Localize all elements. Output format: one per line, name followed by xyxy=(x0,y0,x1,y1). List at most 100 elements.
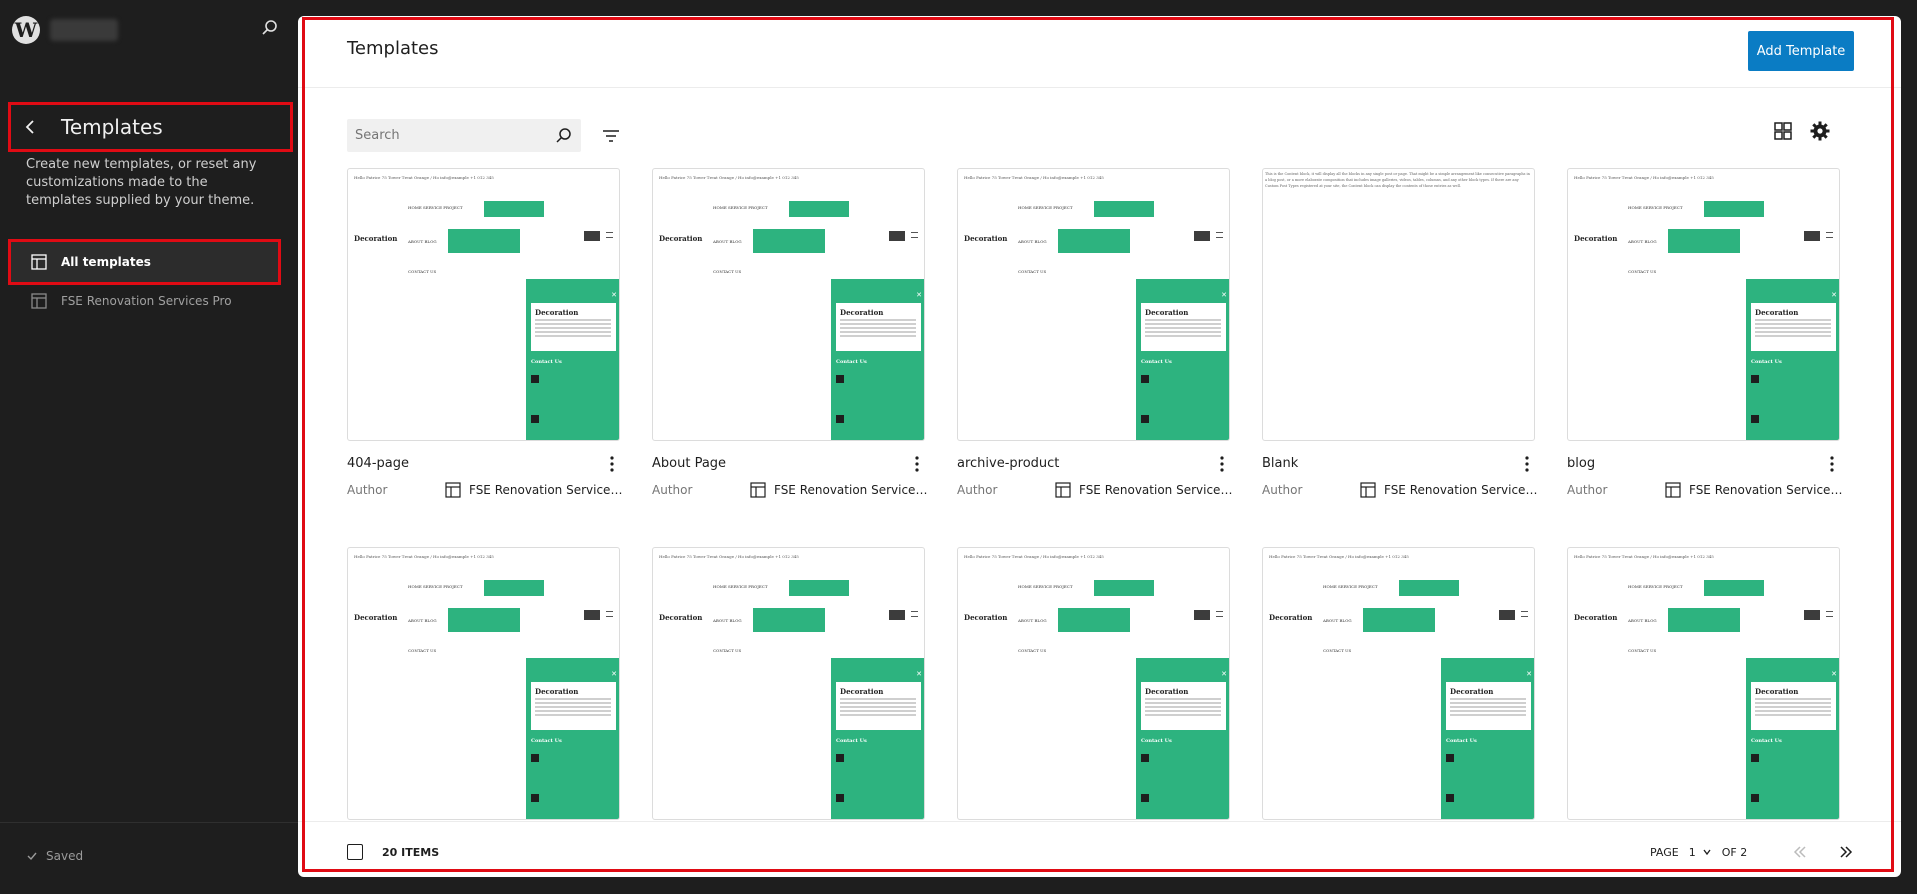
add-template-button[interactable]: Add Template xyxy=(1748,31,1854,71)
preview-side-panel: ✕ Decoration Contact Us xyxy=(1746,658,1839,819)
preview-close-icon: ✕ xyxy=(1831,670,1837,678)
preview-menu-icon xyxy=(911,611,918,617)
template-author: Author xyxy=(1262,483,1303,497)
preview-brand: Decoration xyxy=(354,234,398,243)
preview-green-block xyxy=(1058,608,1130,632)
template-source: FSE Renovation Services Pro xyxy=(445,482,623,498)
sidebar-nav-header: Templates xyxy=(8,102,293,152)
preview-phone-icon xyxy=(1141,754,1149,762)
preview-side-panel: ✕ Decoration Contact Us xyxy=(831,279,924,440)
preview-contact: CONTACT US xyxy=(1628,648,1657,653)
layout-icon xyxy=(31,254,47,270)
preview-contact: CONTACT US xyxy=(713,269,742,274)
filter-icon[interactable] xyxy=(601,126,621,146)
page-title: Templates xyxy=(347,38,439,59)
preview-topbar: Hello Patrice 75 Tower Treat Orange / Ho… xyxy=(964,175,1104,180)
template-preview[interactable]: Hello Patrice 75 Tower Treat Orange / Ho… xyxy=(652,168,925,441)
select-all-checkbox[interactable] xyxy=(347,844,363,860)
more-vertical-icon[interactable] xyxy=(1824,454,1840,474)
template-title[interactable]: 404-page xyxy=(347,456,409,471)
more-vertical-icon[interactable] xyxy=(909,454,925,474)
preview-green-block xyxy=(1668,608,1740,632)
preview-contact: CONTACT US xyxy=(408,269,437,274)
template-title[interactable]: About Page xyxy=(652,456,726,471)
preview-nav-2: ABOUT BLOG xyxy=(1628,618,1657,623)
template-preview[interactable]: Hello Patrice 75 Tower Treat Orange / Ho… xyxy=(1567,547,1840,820)
preview-brand: Decoration xyxy=(354,613,398,622)
save-status: Saved xyxy=(26,849,83,863)
preview-green-block xyxy=(789,201,849,217)
page-select[interactable]: 1 xyxy=(1689,846,1712,859)
chevron-left-icon[interactable] xyxy=(21,117,41,137)
preview-topbar: Hello Patrice 75 Tower Treat Orange / Ho… xyxy=(1269,554,1409,559)
template-title[interactable]: archive-product xyxy=(957,456,1059,471)
template-preview[interactable]: Hello Patrice 75 Tower Treat Orange / Ho… xyxy=(652,547,925,820)
preview-panel-heading: Contact Us xyxy=(1446,738,1477,744)
more-vertical-icon[interactable] xyxy=(1214,454,1230,474)
preview-side-panel: ✕ Decoration Contact Us xyxy=(1441,658,1534,819)
gear-icon[interactable] xyxy=(1809,120,1831,142)
previous-page-icon[interactable] xyxy=(1791,843,1809,861)
template-source-label: FSE Renovation Services Pro xyxy=(1689,483,1843,497)
template-preview[interactable]: Hello Patrice 75 Tower Treat Orange / Ho… xyxy=(347,168,620,441)
site-name-blurred[interactable] xyxy=(50,19,118,41)
preview-phone-icon xyxy=(1751,375,1759,383)
search-box xyxy=(347,119,581,152)
template-title[interactable]: Blank xyxy=(1262,456,1298,471)
search-input[interactable] xyxy=(355,128,545,143)
preview-panel-heading: Contact Us xyxy=(836,359,867,365)
layout-icon xyxy=(1665,482,1681,498)
preview-search-block xyxy=(1194,231,1210,241)
preview-phone-icon xyxy=(1446,754,1454,762)
panel-header: Templates Add Template xyxy=(298,16,1901,88)
item-count: 20 ITEMS xyxy=(382,846,440,859)
preview-phone-icon xyxy=(531,375,539,383)
template-author: Author xyxy=(347,483,388,497)
preview-panel-heading: Contact Us xyxy=(1751,359,1782,365)
check-icon xyxy=(27,852,37,861)
preview-panel-title: Decoration xyxy=(840,308,884,317)
more-vertical-icon[interactable] xyxy=(1519,454,1535,474)
template-source-label: FSE Renovation Services Pro xyxy=(1384,483,1538,497)
sidebar-item-label: All templates xyxy=(61,255,151,269)
wordpress-logo-icon[interactable]: W xyxy=(12,16,40,44)
preview-green-block xyxy=(1668,229,1740,253)
sidebar-title: Templates xyxy=(61,115,163,139)
template-source-label: FSE Renovation Services Pro xyxy=(774,483,928,497)
preview-menu-icon xyxy=(1826,611,1833,617)
sidebar-item-fse-renovation[interactable]: FSE Renovation Services Pro xyxy=(8,279,281,323)
preview-panel-heading: Contact Us xyxy=(531,359,562,365)
template-preview[interactable]: This is the Content block, it will displ… xyxy=(1262,168,1535,441)
preview-topbar: Hello Patrice 75 Tower Treat Orange / Ho… xyxy=(354,175,494,180)
template-preview[interactable]: Hello Patrice 75 Tower Treat Orange / Ho… xyxy=(957,168,1230,441)
chevron-down-icon xyxy=(1703,849,1711,856)
template-preview[interactable]: Hello Patrice 75 Tower Treat Orange / Ho… xyxy=(1262,547,1535,820)
template-title[interactable]: blog xyxy=(1567,456,1595,471)
more-vertical-icon[interactable] xyxy=(604,454,620,474)
preview-nav-2: ABOUT BLOG xyxy=(713,239,742,244)
preview-green-block xyxy=(484,201,544,217)
preview-menu-icon xyxy=(911,232,918,238)
preview-panel-title: Decoration xyxy=(1450,687,1494,696)
preview-side-panel: ✕ Decoration Contact Us xyxy=(1136,658,1229,819)
layout-icon xyxy=(31,293,47,309)
preview-search-block xyxy=(1804,231,1820,241)
preview-phone-icon xyxy=(1751,754,1759,762)
preview-panel-title: Decoration xyxy=(1755,687,1799,696)
preview-panel-box: Decoration xyxy=(1751,303,1836,351)
grid-view-icon[interactable] xyxy=(1772,120,1794,142)
preview-panel-box: Decoration xyxy=(531,682,616,730)
sidebar-divider xyxy=(0,822,298,823)
preview-panel-title: Decoration xyxy=(1145,308,1189,317)
next-page-icon[interactable] xyxy=(1837,843,1855,861)
search-icon[interactable] xyxy=(555,127,573,145)
preview-green-block xyxy=(448,608,520,632)
preview-mail-icon xyxy=(836,415,844,423)
template-preview[interactable]: Hello Patrice 75 Tower Treat Orange / Ho… xyxy=(1567,168,1840,441)
preview-panel-heading: Contact Us xyxy=(1751,738,1782,744)
search-icon[interactable] xyxy=(260,18,280,38)
preview-brand: Decoration xyxy=(659,234,703,243)
template-preview[interactable]: Hello Patrice 75 Tower Treat Orange / Ho… xyxy=(347,547,620,820)
template-preview[interactable]: Hello Patrice 75 Tower Treat Orange / Ho… xyxy=(957,547,1230,820)
preview-close-icon: ✕ xyxy=(916,291,922,299)
